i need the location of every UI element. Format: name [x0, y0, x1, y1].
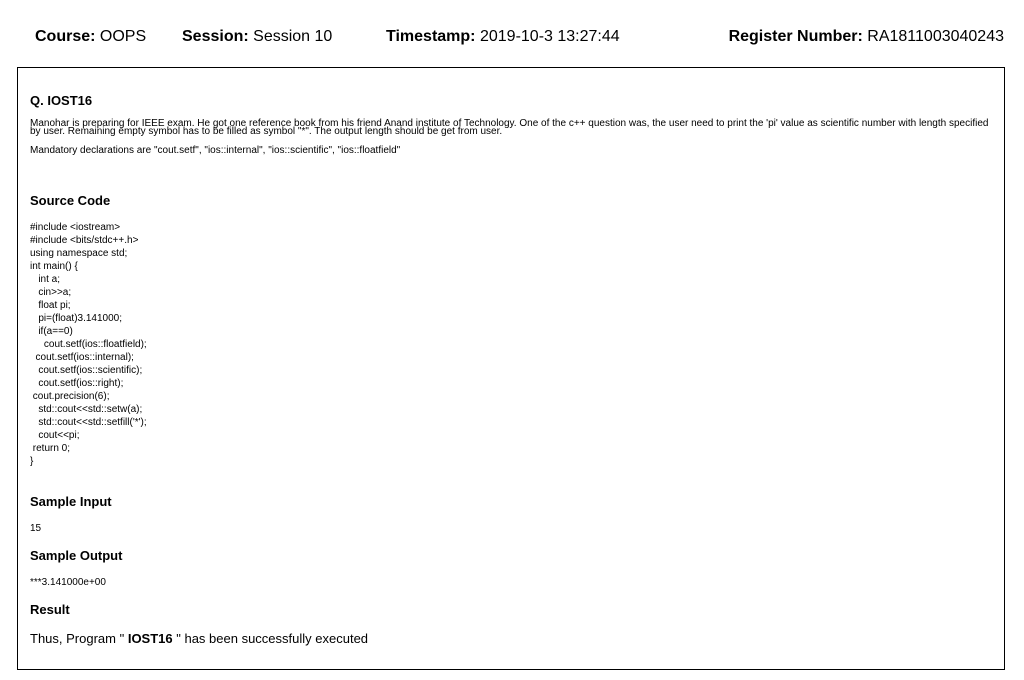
sample-input-title: Sample Input — [30, 494, 112, 509]
mandatory-declarations: Mandatory declarations are "cout.setf", … — [30, 145, 401, 156]
result-suffix: " has been successfully executed — [176, 631, 369, 646]
session-field: Session: Session 10 — [182, 28, 332, 46]
page-header: Course: OOPS Session: Session 10 Timesta… — [0, 0, 1024, 68]
register-number-label: Register Number: — [728, 28, 863, 45]
timestamp-value: 2019-10-3 13:27:44 — [479, 28, 620, 45]
question-title: Q. IOST16 — [30, 93, 93, 108]
source-code: #include <iostream> #include <bits/stdc+… — [30, 222, 147, 467]
course-value: OOPS — [99, 28, 147, 45]
session-label: Session: — [182, 28, 249, 45]
result-program-name: IOST16 — [127, 631, 173, 646]
sample-output-title: Sample Output — [30, 548, 123, 563]
register-number-value: RA1811003040243 — [867, 28, 1004, 45]
source-code-title: Source Code — [30, 193, 111, 208]
question-box: Q. IOST16 Manohar is preparing for IEEE … — [17, 67, 1005, 670]
result-title: Result — [30, 602, 70, 617]
register-number-field: Register Number: RA1811003040243 — [729, 28, 1004, 46]
result-text: Thus, Program " IOST16 " has been succes… — [30, 631, 368, 646]
sample-input-value: 15 — [30, 523, 42, 534]
result-prefix: Thus, Program " — [30, 631, 125, 646]
timestamp-label: Timestamp: — [386, 28, 476, 45]
question-text: Manohar is preparing for IEEE exam. He g… — [30, 118, 989, 137]
course-field: Course: OOPS — [35, 28, 146, 46]
session-value: Session 10 — [253, 28, 333, 45]
course-label: Course: — [35, 28, 96, 45]
timestamp-field: Timestamp: 2019-10-3 13:27:44 — [386, 28, 620, 46]
sample-output-value: ***3.141000e+00 — [30, 577, 106, 588]
